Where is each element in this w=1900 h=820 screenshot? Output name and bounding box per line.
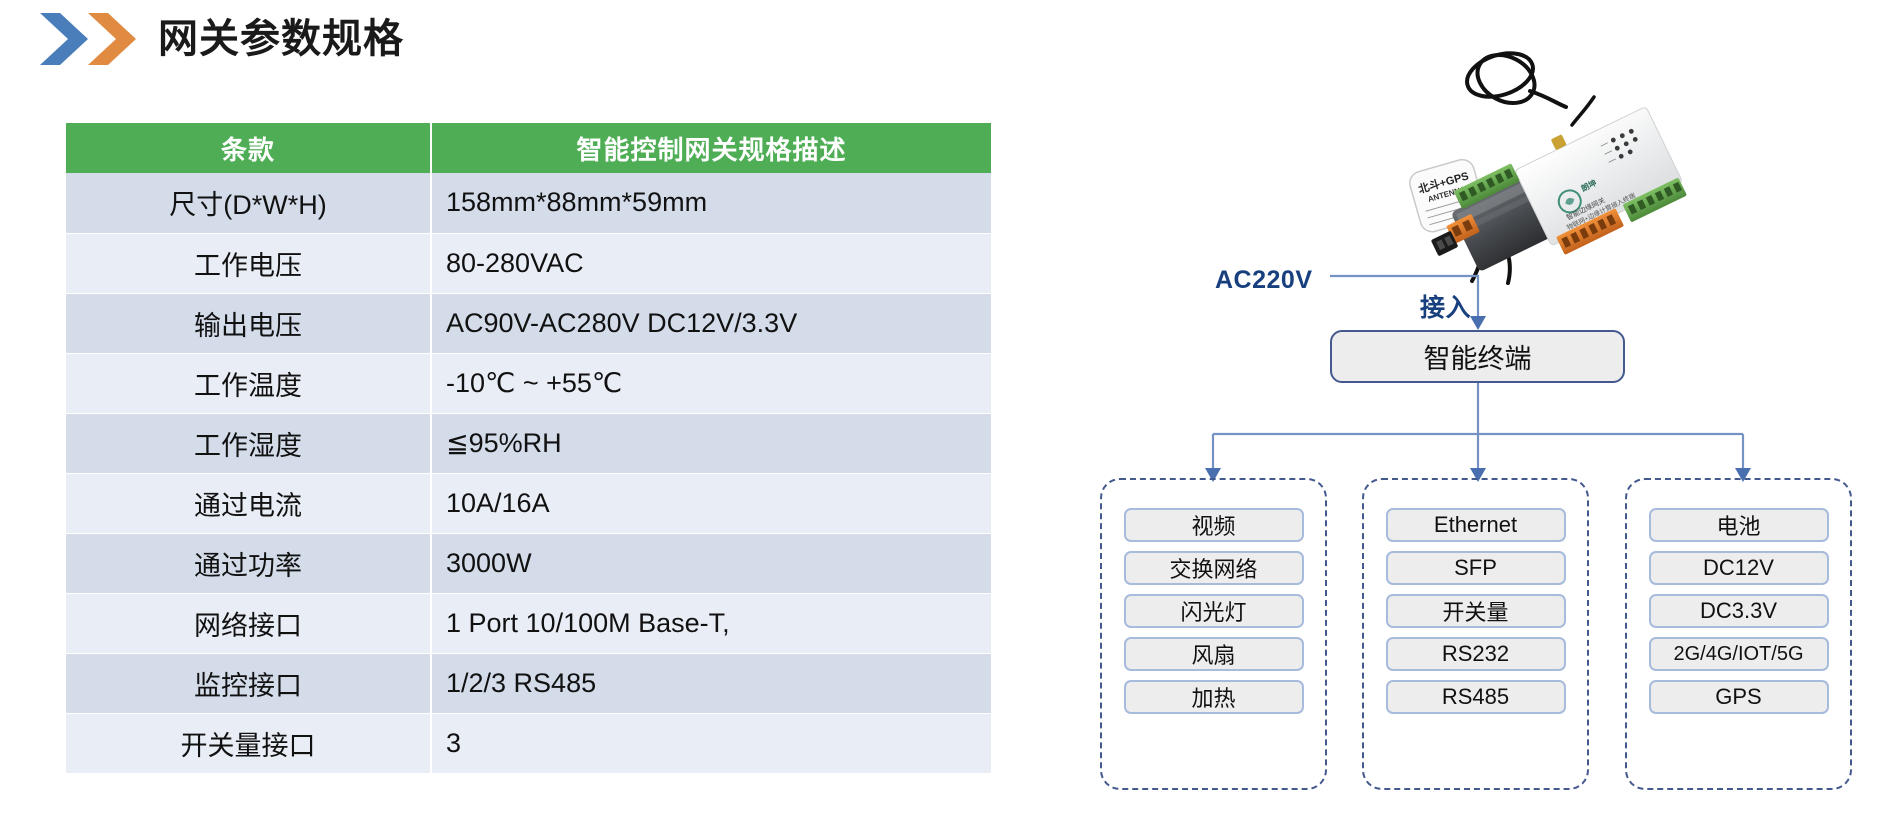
smart-terminal-box[interactable]: 智能终端 [1330, 330, 1625, 383]
column-header-term: 条款 [66, 123, 432, 173]
cell-desc: ≦95%RH [431, 413, 991, 474]
cell-term: 开关量接口 [66, 713, 432, 774]
cell-desc: 80-280VAC [431, 233, 991, 294]
table-row: 输出电压 AC90V-AC280V DC12V/3.3V [66, 293, 991, 354]
cell-term: 工作电压 [66, 233, 432, 294]
chip-item[interactable]: 加热 [1123, 680, 1304, 714]
cell-desc: 1 Port 10/100M Base-T, [431, 593, 991, 654]
table-row: 工作湿度 ≦95%RH [66, 413, 991, 474]
slide-page: 网关参数规格 条款 智能控制网关规格描述 尺寸(D*W*H) 158mm*88mm… [0, 0, 1900, 820]
cell-term: 监控接口 [66, 653, 432, 714]
connect-label: 接入 [1420, 294, 1472, 322]
table-body: 尺寸(D*W*H) 158mm*88mm*59mm 工作电压 80-280VAC 输… [66, 173, 991, 774]
table-row: 工作电压 80-280VAC [66, 233, 991, 294]
chip-item[interactable]: RS485 [1385, 680, 1566, 714]
cell-desc: 3000W [431, 533, 991, 594]
cell-term: 工作温度 [66, 353, 432, 414]
ac-power-label: AC220V [1215, 266, 1313, 294]
cell-desc: 3 [431, 713, 991, 774]
chip-item[interactable]: Ethernet [1385, 508, 1566, 542]
column-header-desc: 智能控制网关规格描述 [431, 123, 991, 173]
cell-desc: 10A/16A [431, 473, 991, 534]
cell-term: 网络接口 [66, 593, 432, 654]
chevron-right-orange-icon [86, 11, 140, 67]
chip-item[interactable]: DC12V [1648, 551, 1829, 585]
group-peripherals: 视频 交换网络 闪光灯 风扇 加热 [1100, 478, 1327, 790]
cell-term: 通过电流 [66, 473, 432, 534]
arrow-down-terminal [1470, 316, 1486, 330]
chip-item[interactable]: 交换网络 [1123, 551, 1304, 585]
table-row: 开关量接口 3 [66, 713, 991, 774]
chip-item[interactable]: 电池 [1648, 508, 1829, 542]
cell-desc: -10℃ ~ +55℃ [431, 353, 991, 414]
table-row: 监控接口 1/2/3 RS485 [66, 653, 991, 714]
cell-desc: 1/2/3 RS485 [431, 653, 991, 714]
chevron-right-blue-icon [38, 11, 92, 67]
cell-term: 输出电压 [66, 293, 432, 354]
chip-item[interactable]: 开关量 [1385, 594, 1566, 628]
group-interfaces: Ethernet SFP 开关量 RS232 RS485 [1362, 478, 1589, 790]
chip-item[interactable]: RS232 [1385, 637, 1566, 671]
table-header-row: 条款 智能控制网关规格描述 [66, 123, 991, 173]
chip-item[interactable]: 风扇 [1123, 637, 1304, 671]
table-row: 工作温度 -10℃ ~ +55℃ [66, 353, 991, 414]
chip-item[interactable]: GPS [1648, 680, 1829, 714]
group-power-wireless: 电池 DC12V DC3.3V 2G/4G/IOT/5G GPS [1625, 478, 1852, 790]
cell-term: 尺寸(D*W*H) [66, 173, 432, 234]
table-row: 尺寸(D*W*H) 158mm*88mm*59mm [66, 173, 991, 234]
cell-term: 通过功率 [66, 533, 432, 594]
gateway-spec-table: 条款 智能控制网关规格描述 尺寸(D*W*H) 158mm*88mm*59mm 工… [66, 123, 991, 774]
gateway-device-photo: 北斗+GPS ANTENNA 朗坤 智能边缘网关 物联网+边缘计算接入终端 [1380, 45, 1710, 290]
chip-item[interactable]: 2G/4G/IOT/5G [1648, 637, 1829, 671]
chip-item[interactable]: 视频 [1123, 508, 1304, 542]
page-title-bar: 网关参数规格 [38, 8, 404, 70]
cell-desc: AC90V-AC280V DC12V/3.3V [431, 293, 991, 354]
chip-item[interactable]: DC3.3V [1648, 594, 1829, 628]
chip-item[interactable]: SFP [1385, 551, 1566, 585]
smart-terminal-label: 智能终端 [1423, 344, 1532, 374]
table-row: 通过电流 10A/16A [66, 473, 991, 534]
cell-term: 工作湿度 [66, 413, 432, 474]
table-row: 网络接口 1 Port 10/100M Base-T, [66, 593, 991, 654]
cell-desc: 158mm*88mm*59mm [431, 173, 991, 234]
chevron-logo [38, 11, 140, 67]
page-title: 网关参数规格 [158, 17, 404, 61]
table-row: 通过功率 3000W [66, 533, 991, 594]
chip-item[interactable]: 闪光灯 [1123, 594, 1304, 628]
